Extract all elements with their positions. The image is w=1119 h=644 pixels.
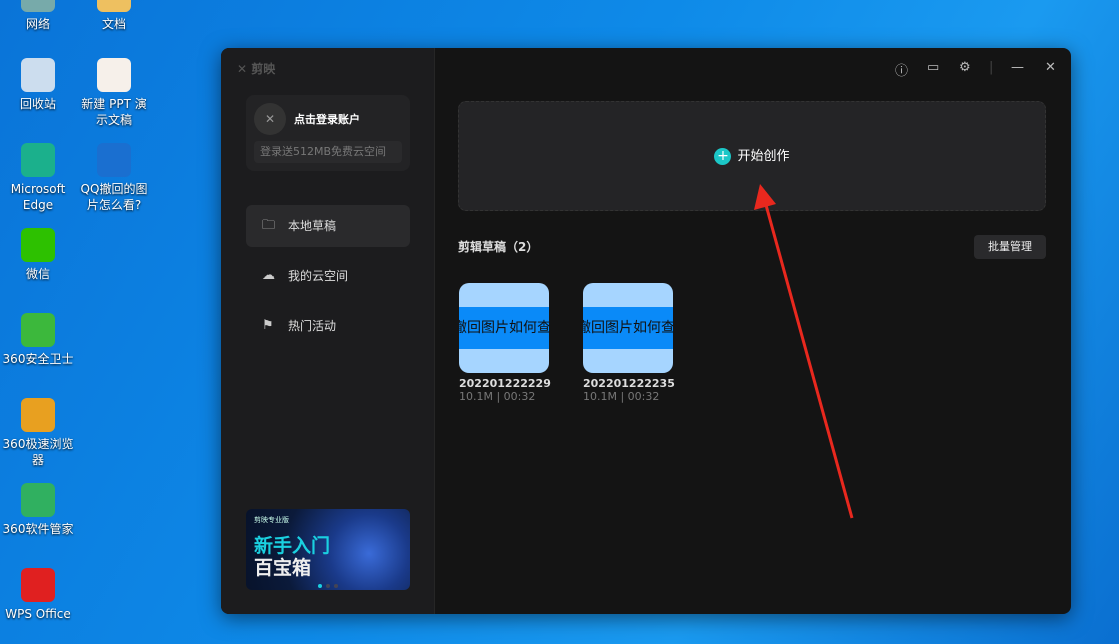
annotation-arrow	[754, 184, 854, 519]
